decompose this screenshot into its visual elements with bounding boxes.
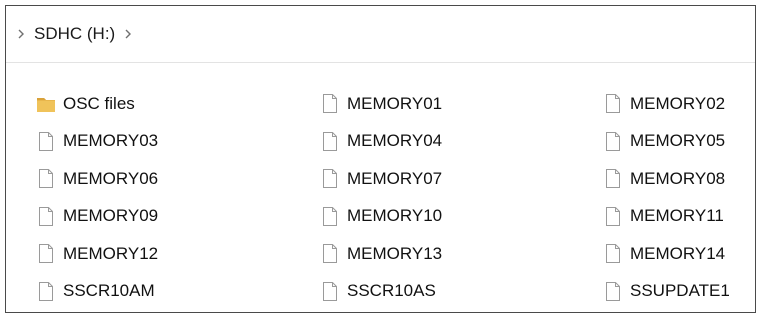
item-label: MEMORY05 xyxy=(630,131,726,151)
file-item[interactable]: MEMORY12 xyxy=(36,235,320,273)
item-label: MEMORY09 xyxy=(63,206,159,226)
file-item[interactable]: SSCR10AM xyxy=(36,273,320,311)
item-label: SSCR10AS xyxy=(347,281,436,301)
item-label: OSC files xyxy=(63,93,135,113)
file-item[interactable]: MEMORY13 xyxy=(320,235,603,273)
file-item[interactable]: MEMORY04 xyxy=(320,123,603,161)
file-item[interactable]: MEMORY01 xyxy=(320,85,603,123)
file-icon xyxy=(36,167,56,191)
item-label: SSUPDATE1 xyxy=(630,281,730,301)
item-label: MEMORY13 xyxy=(347,243,443,263)
file-icon xyxy=(603,279,623,303)
file-item[interactable]: SSCR10AS xyxy=(320,273,603,311)
item-label: MEMORY01 xyxy=(347,93,443,113)
item-label: MEMORY14 xyxy=(630,243,726,263)
file-item[interactable]: MEMORY02 xyxy=(603,85,755,123)
file-icon xyxy=(36,129,56,153)
file-item[interactable]: MEMORY03 xyxy=(36,123,320,161)
file-icon xyxy=(320,167,340,191)
file-icon xyxy=(603,92,623,116)
item-label: MEMORY07 xyxy=(347,168,443,188)
file-icon xyxy=(36,242,56,266)
item-label: MEMORY06 xyxy=(63,168,159,188)
file-list: OSC files MEMORY01 MEMORY02 MEMORY03 MEMORY0… xyxy=(36,85,755,311)
file-icon xyxy=(603,167,623,191)
file-item[interactable]: SSUPDATE1 xyxy=(603,273,755,311)
file-icon xyxy=(603,129,623,153)
item-label: MEMORY03 xyxy=(63,131,159,151)
address-bar-divider xyxy=(6,62,755,63)
item-label: MEMORY02 xyxy=(630,93,726,113)
item-label: SSCR10AM xyxy=(63,281,155,301)
item-label: MEMORY12 xyxy=(63,243,159,263)
breadcrumb-drive[interactable]: SDHC (H:) xyxy=(28,24,121,44)
file-icon xyxy=(603,204,623,228)
file-explorer-window: SDHC (H:) OSC files MEMORY01 MEMORY02 MEMOR… xyxy=(5,5,756,313)
file-icon xyxy=(320,279,340,303)
file-item[interactable]: MEMORY11 xyxy=(603,198,755,236)
item-label: MEMORY04 xyxy=(347,131,443,151)
file-icon xyxy=(320,92,340,116)
folder-item[interactable]: OSC files xyxy=(36,85,320,123)
file-item[interactable]: MEMORY06 xyxy=(36,160,320,198)
file-icon xyxy=(320,242,340,266)
file-item[interactable]: MEMORY05 xyxy=(603,123,755,161)
folder-icon xyxy=(36,92,56,116)
chevron-right-icon[interactable] xyxy=(121,24,135,44)
file-item[interactable]: MEMORY14 xyxy=(603,235,755,273)
file-icon xyxy=(320,129,340,153)
item-label: MEMORY08 xyxy=(630,168,726,188)
item-label: MEMORY10 xyxy=(347,206,443,226)
chevron-right-icon[interactable] xyxy=(14,24,28,44)
file-icon xyxy=(36,279,56,303)
file-icon xyxy=(36,204,56,228)
file-item[interactable]: MEMORY09 xyxy=(36,198,320,236)
file-item[interactable]: MEMORY08 xyxy=(603,160,755,198)
address-bar[interactable]: SDHC (H:) xyxy=(6,6,755,62)
file-icon xyxy=(320,204,340,228)
file-icon xyxy=(603,242,623,266)
file-item[interactable]: MEMORY10 xyxy=(320,198,603,236)
file-item[interactable]: MEMORY07 xyxy=(320,160,603,198)
item-label: MEMORY11 xyxy=(630,206,724,226)
